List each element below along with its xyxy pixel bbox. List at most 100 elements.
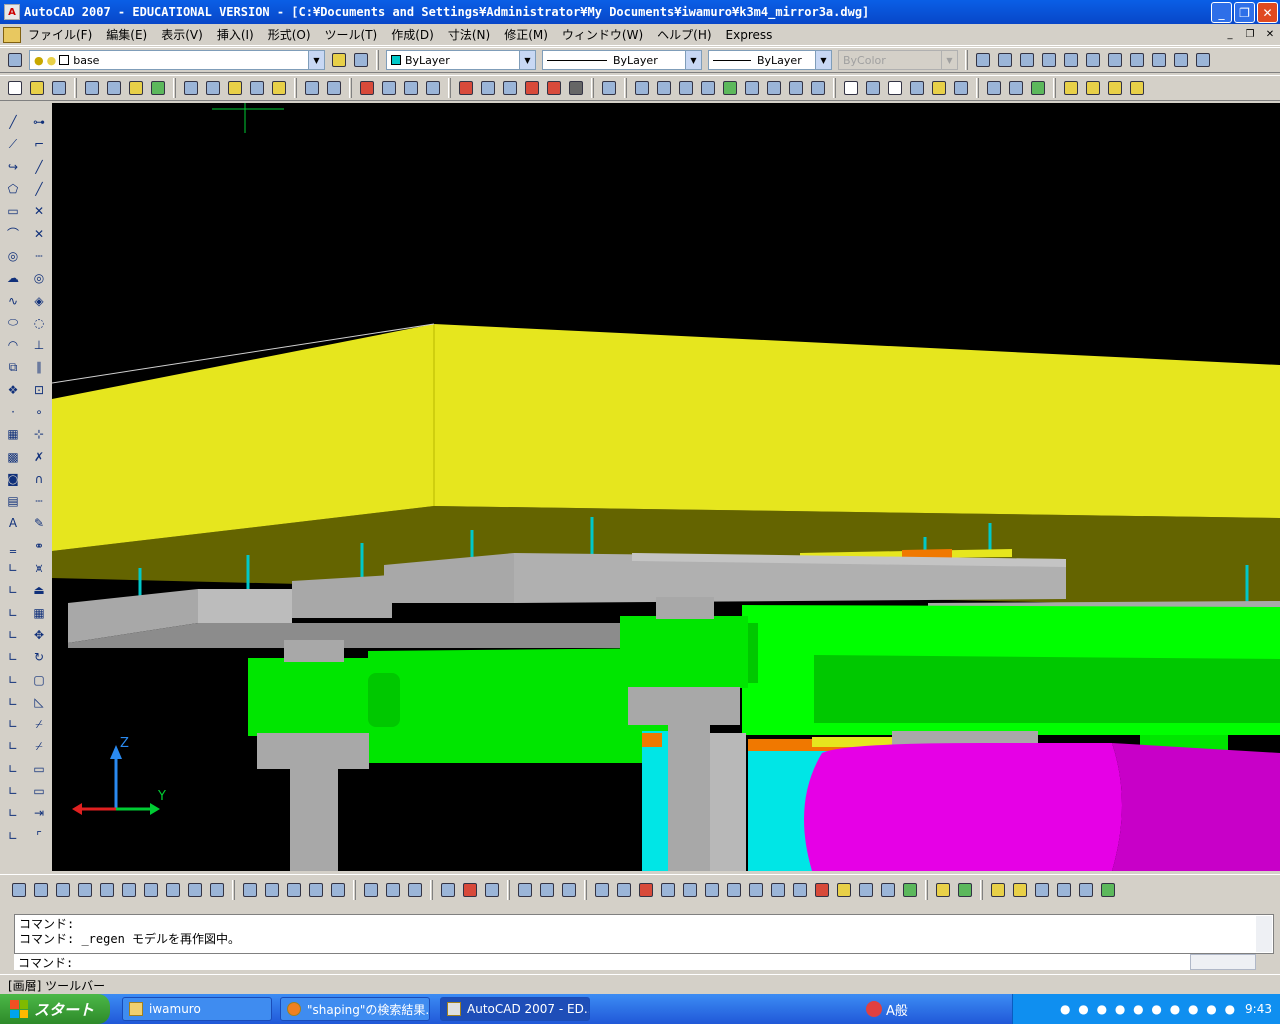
zoom-realtime-button[interactable] (378, 77, 400, 99)
ucs-y-icon[interactable]: ∟ (3, 780, 23, 802)
color-combo[interactable]: ByLayer ▼ (386, 50, 536, 70)
locate-point-icon[interactable]: ╱ (29, 178, 49, 200)
menu-format[interactable]: 形式(O) (261, 26, 318, 43)
hidden-button[interactable] (884, 77, 906, 99)
copy-faces-button[interactable] (723, 879, 745, 901)
nw-iso-button[interactable] (1192, 49, 1214, 71)
layer-manager-button[interactable] (4, 49, 26, 71)
layer-previous-button[interactable] (350, 49, 372, 71)
se-iso-button[interactable] (1148, 49, 1170, 71)
task-autocad[interactable]: AutoCAD 2007 - ED... (440, 997, 590, 1021)
paste-button[interactable] (224, 77, 246, 99)
copy-button[interactable] (202, 77, 224, 99)
mapping-button[interactable] (1031, 879, 1053, 901)
intersect-button[interactable] (404, 879, 426, 901)
ucs-face-icon[interactable]: ∟ (3, 624, 23, 646)
menu-edit[interactable]: 編集(E) (99, 26, 154, 43)
3d-rotate-button[interactable] (459, 879, 481, 901)
mtext-icon[interactable]: A (3, 512, 23, 534)
block-editor-button[interactable] (268, 77, 290, 99)
extrude-button[interactable] (239, 879, 261, 901)
render-button[interactable] (1060, 77, 1082, 99)
left-view-button[interactable] (1038, 49, 1060, 71)
shell-button[interactable] (877, 879, 899, 901)
match-properties-button[interactable] (246, 77, 268, 99)
snap-perp-icon[interactable]: ⊥ (29, 334, 49, 356)
3d-move-button[interactable] (437, 879, 459, 901)
polygon-icon[interactable]: ⬠ (3, 178, 23, 200)
cylinder-button[interactable] (118, 879, 140, 901)
front-view-button[interactable] (1082, 49, 1104, 71)
menu-file[interactable]: ファイル(F) (21, 26, 99, 43)
sweep-button[interactable] (283, 879, 305, 901)
union-button[interactable] (360, 879, 382, 901)
box-button[interactable] (30, 879, 52, 901)
cut-button[interactable] (180, 77, 202, 99)
menu-insert[interactable]: 挿入(I) (210, 26, 261, 43)
lights-button[interactable] (987, 879, 1009, 901)
snap-center-icon[interactable]: ◎ (29, 267, 49, 289)
bottom-view-button[interactable] (1016, 49, 1038, 71)
ime-bar[interactable]: A般 (866, 998, 1006, 1020)
snap-parallel-icon[interactable]: ∥ (29, 356, 49, 378)
zoom-all-button[interactable] (785, 77, 807, 99)
helix-button[interactable] (184, 879, 206, 901)
trim-icon[interactable]: ⌿ (29, 713, 49, 735)
redo-button[interactable] (323, 77, 345, 99)
3d-align-button[interactable] (481, 879, 503, 901)
fillet-icon[interactable]: ⌜ (29, 825, 49, 847)
free-orbit-button[interactable] (1027, 77, 1049, 99)
line-icon[interactable]: ╱ (3, 111, 23, 133)
quickcalc-button[interactable] (565, 77, 587, 99)
array-icon[interactable]: ▦ (29, 602, 49, 624)
new-button[interactable] (4, 77, 26, 99)
polyline-icon[interactable]: ↪ (3, 156, 23, 178)
circle-icon[interactable]: ◎ (3, 245, 23, 267)
command-hscrollbar[interactable] (1190, 954, 1256, 970)
offset-faces-button[interactable] (635, 879, 657, 901)
mirror-icon[interactable]: ⩙ (29, 557, 49, 579)
zoom-dynamic-button[interactable] (675, 77, 697, 99)
realistic-button[interactable] (906, 77, 928, 99)
plot-preview-button[interactable] (103, 77, 125, 99)
dim2-button[interactable] (1104, 77, 1126, 99)
extend-icon[interactable]: ⌿ (29, 735, 49, 757)
doc-close-button[interactable]: ✕ (1262, 27, 1278, 41)
color-edges-button[interactable] (789, 879, 811, 901)
ellipse-icon[interactable]: ⬭ (3, 312, 23, 334)
drawing-viewport[interactable]: Z Y (52, 103, 1280, 871)
sphere-button[interactable] (96, 879, 118, 901)
ucs-view-icon[interactable]: ∟ (3, 668, 23, 690)
arc-icon[interactable]: ⌒ (3, 222, 23, 244)
ucs-apply-icon[interactable]: ∟ (3, 825, 23, 847)
tray-icons[interactable]: ● ● ● ● ● ● ● ● ● ● (1060, 1002, 1237, 1016)
menu-draw[interactable]: 作成(D) (384, 26, 441, 43)
menu-dimension[interactable]: 寸法(N) (441, 26, 497, 43)
move-faces-button[interactable] (613, 879, 635, 901)
zoom-in-button[interactable] (741, 77, 763, 99)
right-view-button[interactable] (1060, 49, 1082, 71)
table-icon[interactable]: ▤ (3, 490, 23, 512)
zoom-window2-button[interactable] (653, 77, 675, 99)
ne-iso-button[interactable] (1170, 49, 1192, 71)
snap-node-icon[interactable]: ∘ (29, 401, 49, 423)
color-faces-button[interactable] (745, 879, 767, 901)
insert-block-icon[interactable]: ⧉ (3, 356, 23, 378)
menu-tools[interactable]: ツール(T) (318, 26, 385, 43)
subtract-button[interactable] (382, 879, 404, 901)
document-icon[interactable] (3, 26, 21, 43)
snap-nearest-icon[interactable]: ⊹ (29, 423, 49, 445)
visual-styles-manager-button[interactable] (950, 77, 972, 99)
imprint-button[interactable] (811, 879, 833, 901)
zoom-extents-button[interactable] (807, 77, 829, 99)
rectangle-icon[interactable]: ▭ (3, 200, 23, 222)
dim3-button[interactable] (1126, 77, 1148, 99)
sw-iso-button[interactable] (1126, 49, 1148, 71)
render-env-button[interactable] (1053, 879, 1075, 901)
undo-button[interactable] (301, 77, 323, 99)
conceptual-button[interactable] (928, 77, 950, 99)
check-button[interactable] (899, 879, 921, 901)
close-button[interactable]: ✕ (1257, 2, 1278, 23)
separate-button[interactable] (855, 879, 877, 901)
task-firefox[interactable]: "shaping"の検索結果... (280, 997, 430, 1021)
